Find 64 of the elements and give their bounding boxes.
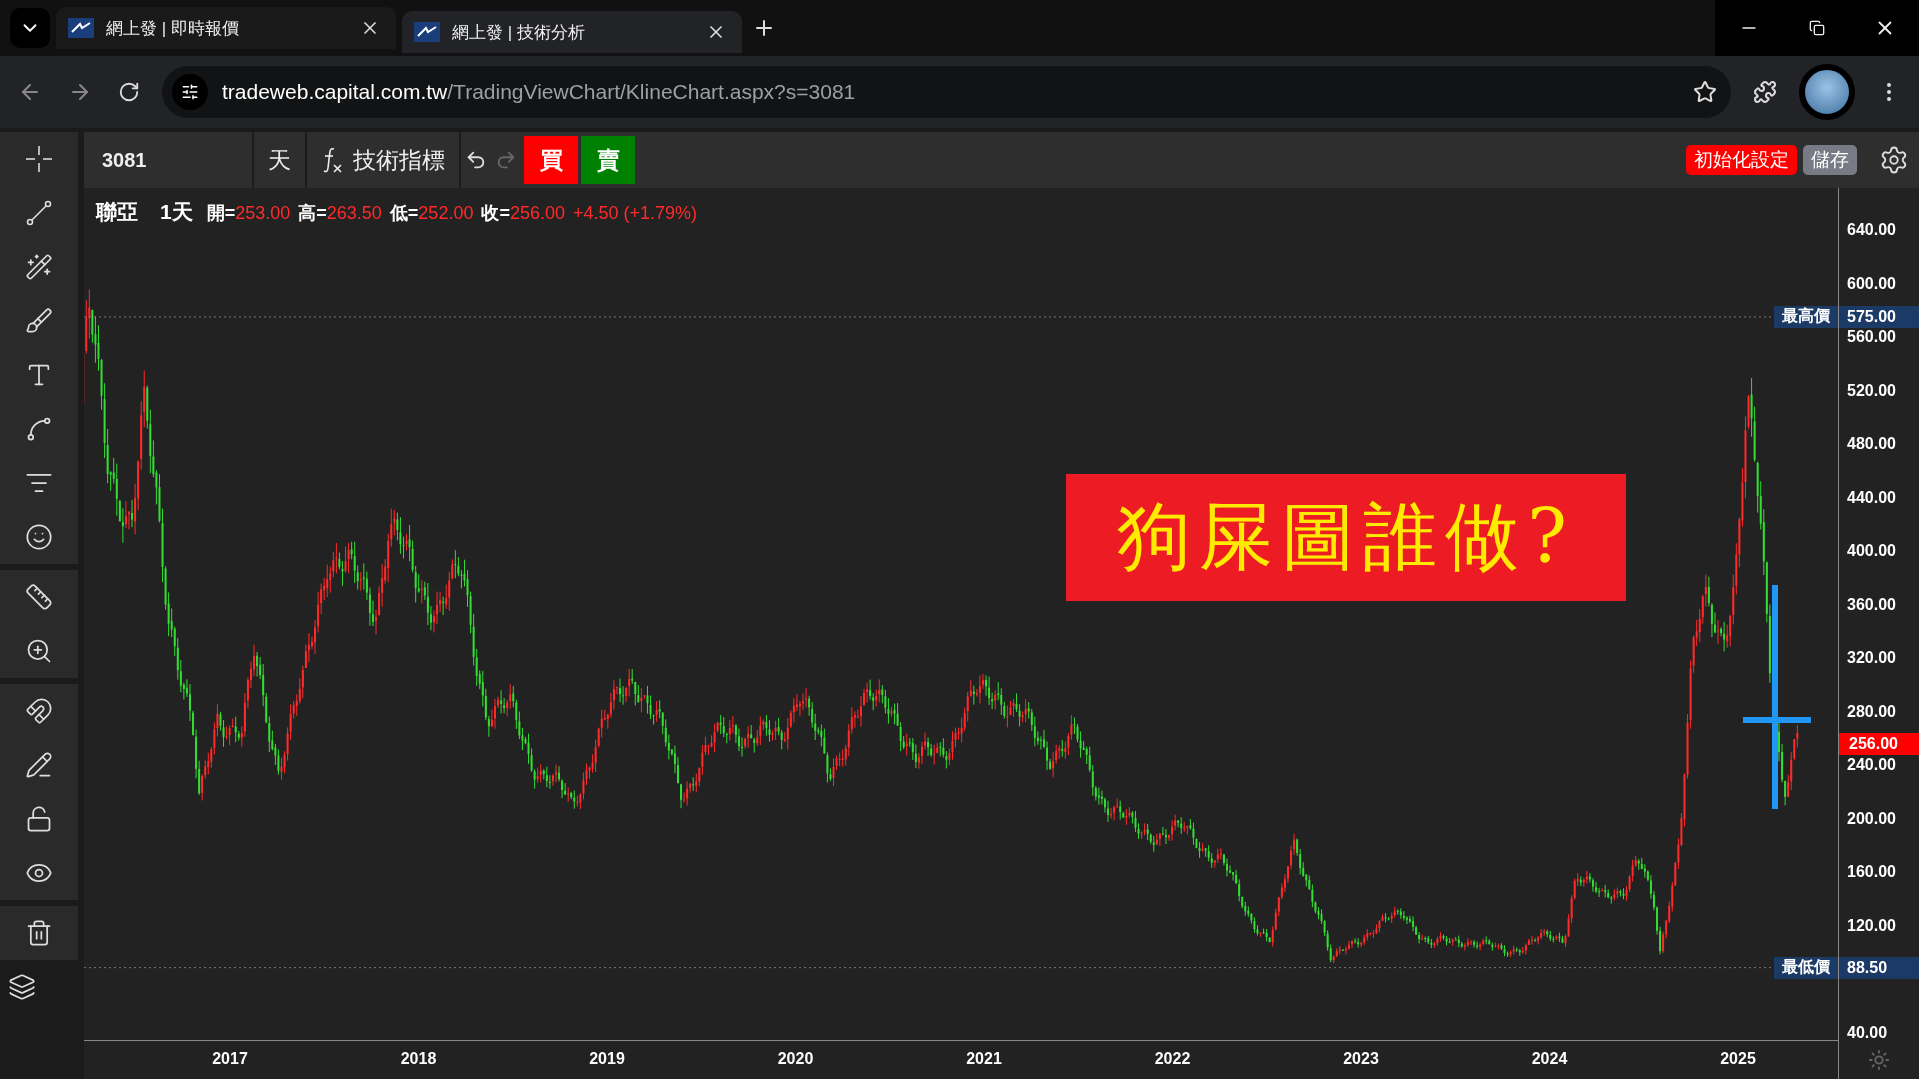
tab-list-button[interactable] [10, 8, 50, 48]
price-change: +4.50 (+1.79%) [573, 203, 698, 224]
last-price-label: 256.00 [1839, 732, 1919, 755]
ohlc-value: 高=263.50 [298, 202, 382, 225]
line-tool-icon[interactable] [25, 199, 53, 227]
buy-button[interactable]: 買 [524, 136, 578, 184]
price-tick: 320.00 [1847, 649, 1896, 667]
profile-avatar[interactable] [1799, 64, 1855, 120]
layers-icon[interactable] [8, 973, 36, 1001]
low-price-value: 88.50 [1839, 956, 1919, 979]
price-tick: 280.00 [1847, 702, 1896, 721]
reset-settings-button[interactable]: 初始化設定 [1686, 145, 1797, 175]
url-text: tradeweb.capital.com.tw/TradingViewChart/KlineChart.aspx?s=3081 [222, 80, 857, 104]
year-tick: 2017 [212, 1050, 248, 1068]
price-tick: 520.00 [1847, 381, 1896, 400]
browser-tab[interactable]: 網上發 | 即時報價 [56, 7, 396, 49]
low-price-label: 最低價 [1774, 956, 1838, 979]
year-tick: 2025 [1720, 1050, 1756, 1068]
crosshair-icon[interactable] [24, 144, 54, 174]
price-tick: 240.00 [1847, 756, 1896, 774]
price-tick: 360.00 [1847, 595, 1896, 614]
year-tick: 2018 [400, 1050, 437, 1068]
price-tick: 40.00 [1847, 1023, 1888, 1042]
site-logo-icon [68, 18, 94, 38]
year-tick: 2022 [1154, 1050, 1191, 1068]
year-tick: 2020 [777, 1050, 814, 1068]
unlock-icon[interactable] [25, 805, 53, 833]
ohlc-value: 低=252.00 [389, 202, 474, 225]
magnet-icon[interactable] [25, 697, 53, 725]
sell-button[interactable]: 賣 [581, 136, 635, 184]
save-button[interactable]: 儲存 [1803, 145, 1857, 175]
sun-icon[interactable] [1868, 1048, 1890, 1071]
site-logo-icon [414, 22, 440, 42]
ohlc-value: 開=253.00 [206, 202, 291, 225]
legend-interval: 1天 [160, 199, 193, 225]
smiley-icon[interactable] [25, 523, 53, 551]
stock-name: 聯亞 [96, 199, 138, 225]
tab-title: 網上發 | 技術分析 [452, 21, 586, 44]
price-tick: 160.00 [1847, 863, 1896, 881]
price-tick: 400.00 [1847, 542, 1896, 560]
trash-icon[interactable] [25, 919, 53, 947]
price-tick: 560.00 [1847, 328, 1896, 346]
year-tick: 2024 [1531, 1050, 1568, 1068]
year-tick: 2021 [966, 1050, 1002, 1068]
high-price-label: 最高價 [1774, 305, 1838, 328]
ohlc-value: 收=256.00 [481, 202, 565, 225]
year-tick: 2019 [589, 1050, 625, 1068]
zoom-in-icon[interactable] [25, 637, 53, 665]
brush-icon[interactable] [25, 307, 53, 335]
tab-title: 網上發 | 即時報價 [106, 17, 240, 40]
price-tick: 200.00 [1847, 809, 1896, 828]
function-icon [321, 146, 343, 174]
browser-tab[interactable]: 網上發 | 技術分析 [402, 11, 742, 53]
price-tick: 480.00 [1847, 435, 1896, 453]
caption-banner: 狗屎圖誰做? [1066, 474, 1626, 601]
price-tick: 600.00 [1847, 274, 1896, 293]
price-tick: 440.00 [1847, 488, 1896, 507]
ruler-icon[interactable] [25, 583, 53, 611]
high-price-value: 575.00 [1839, 305, 1919, 328]
price-tick: 120.00 [1847, 916, 1896, 935]
site-info-icon[interactable] [172, 74, 208, 110]
price-tick: 640.00 [1847, 221, 1896, 239]
year-tick: 2023 [1343, 1050, 1379, 1068]
address-bar[interactable]: tradeweb.capital.com.tw/TradingViewChart/KlineChart.aspx?s=3081 [162, 66, 1731, 118]
